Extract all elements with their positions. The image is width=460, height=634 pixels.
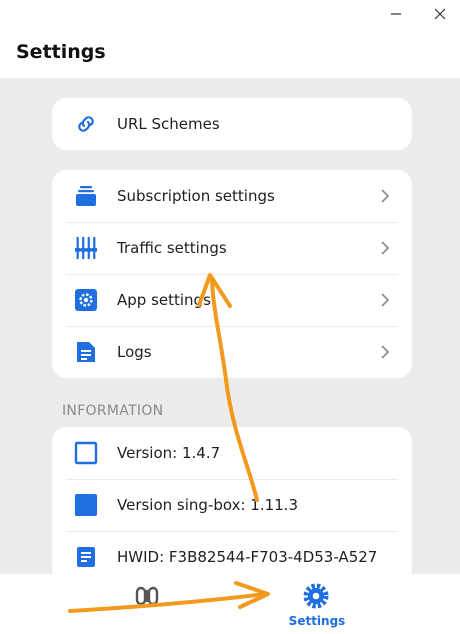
chevron-right-icon: [381, 345, 390, 359]
traffic-settings-label: Traffic settings: [117, 239, 227, 257]
minimize-icon[interactable]: [386, 4, 406, 24]
nav-item-connection[interactable]: [0, 574, 230, 634]
logs-item[interactable]: Logs: [52, 326, 412, 378]
link-icon: [74, 112, 98, 136]
title-bar: [0, 0, 460, 28]
close-icon[interactable]: [430, 4, 450, 24]
square-filled-icon: [74, 493, 98, 517]
subscription-settings-label: Subscription settings: [117, 187, 275, 205]
singbox-version-item: Version sing-box: 1.11.3: [52, 479, 412, 531]
hwid-item[interactable]: HWID: F3B82544-F703-4D53-A527: [52, 531, 412, 574]
bottom-navigation: Settings: [0, 574, 460, 634]
singbox-version-label: Version sing-box: 1.11.3: [117, 496, 298, 514]
equalizer-icon: [74, 236, 98, 260]
url-schemes-label: URL Schemes: [117, 115, 220, 133]
url-schemes-item[interactable]: URL Schemes: [52, 98, 412, 150]
information-section-header: INFORMATION: [62, 403, 164, 419]
nav-label-settings: Settings: [288, 614, 346, 628]
document-icon: [74, 545, 98, 569]
document-icon: [74, 340, 98, 364]
gear-square-icon: [74, 288, 98, 312]
gear-icon: [303, 583, 329, 609]
stack-icon: [74, 184, 98, 208]
square-outline-icon: [74, 441, 98, 465]
app-settings-item[interactable]: App settings: [52, 274, 412, 326]
version-item: Version: 1.4.7: [52, 427, 412, 479]
chevron-right-icon: [381, 293, 390, 307]
logs-label: Logs: [117, 343, 152, 361]
hwid-label: HWID: F3B82544-F703-4D53-A527: [117, 548, 378, 566]
subscription-settings-item[interactable]: Subscription settings: [52, 170, 412, 222]
link-chain-icon: [135, 586, 159, 606]
version-label: Version: 1.4.7: [117, 444, 221, 462]
general-card: URL Schemes: [52, 98, 412, 150]
information-card: Version: 1.4.7 Version sing-box: 1.11.3 …: [52, 427, 412, 574]
app-settings-label: App settings: [117, 291, 211, 309]
traffic-settings-item[interactable]: Traffic settings: [52, 222, 412, 274]
settings-card: Subscription settings Traffic settings A…: [52, 170, 412, 378]
nav-item-settings[interactable]: Settings: [230, 574, 460, 634]
page-title: Settings: [16, 41, 106, 63]
chevron-right-icon: [381, 189, 390, 203]
settings-content[interactable]: URL Schemes Subscription settings Traffi…: [0, 78, 460, 574]
chevron-right-icon: [381, 241, 390, 255]
